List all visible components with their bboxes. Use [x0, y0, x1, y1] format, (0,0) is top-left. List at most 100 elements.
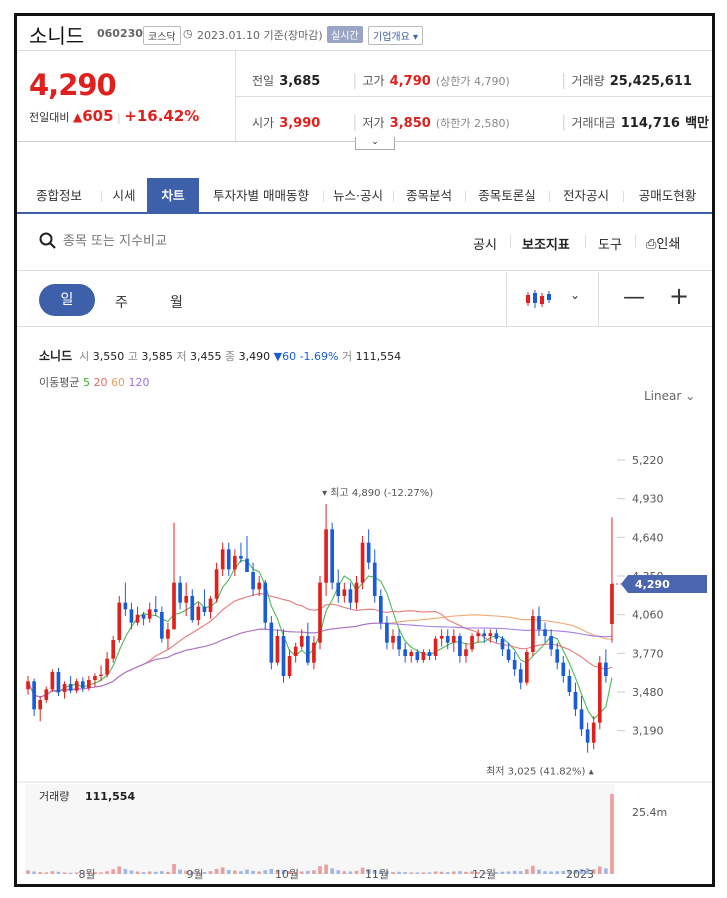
period-day-button[interactable]: 일	[39, 284, 95, 316]
volume-bar	[391, 872, 395, 874]
candle-body	[50, 672, 55, 690]
candle-body	[26, 681, 30, 690]
volume-axis-tick: 25.4m	[632, 806, 667, 819]
candle-body	[281, 636, 286, 676]
volume-bar	[415, 872, 420, 874]
candle-body	[531, 616, 535, 652]
candle-body	[293, 646, 298, 656]
tab-short-selling[interactable]: 공매도현황	[623, 178, 712, 214]
candle-body	[141, 614, 146, 619]
candle-body	[379, 596, 383, 623]
candle-body	[62, 684, 67, 692]
y-tick-label: 4,060	[632, 609, 664, 622]
candle-body	[318, 582, 322, 643]
volume-bar	[239, 871, 243, 874]
candle-body	[610, 584, 614, 624]
period-month-button[interactable]: 월	[170, 292, 183, 312]
realtime-badge[interactable]: 실시간	[327, 26, 363, 43]
candle-body	[202, 606, 207, 612]
candle-body	[166, 629, 170, 639]
chevron-down-icon: ⌄	[371, 137, 379, 147]
volume-bar	[604, 868, 608, 874]
candle-body	[573, 692, 578, 710]
zoom-in-button[interactable]: +	[669, 282, 689, 310]
header-divider	[17, 50, 712, 51]
candle-body	[348, 589, 353, 603]
candle-body	[74, 681, 79, 691]
candle-body	[172, 582, 176, 630]
compare-search-input[interactable]	[63, 230, 323, 252]
zoom-out-button[interactable]: —	[623, 285, 645, 310]
x-tick-label: 11월	[365, 868, 389, 881]
candle-body	[245, 558, 249, 572]
tools-button[interactable]: 도구	[598, 234, 622, 253]
candle-body	[518, 669, 523, 683]
candle-chart-type-icon[interactable]	[523, 288, 553, 310]
trade-amount: | 거래대금 114,716 백만	[561, 112, 709, 131]
candle-body	[44, 689, 49, 700]
volume-bar	[166, 871, 170, 874]
candle-body	[129, 609, 134, 623]
candle-body	[524, 652, 529, 683]
ma120-label: 120	[128, 376, 150, 389]
volume-bar	[342, 871, 347, 874]
print-button[interactable]: ⎙인쇄	[646, 233, 680, 252]
tab-chart[interactable]: 차트	[147, 178, 199, 214]
volume-bar	[214, 868, 219, 874]
tab-analysis[interactable]: 종목분석	[393, 178, 465, 214]
expand-toggle[interactable]: ⌄	[355, 137, 395, 150]
candle-body	[287, 656, 292, 676]
candle-body	[500, 638, 505, 650]
volume-bar	[506, 871, 511, 874]
stock-code: 060230	[97, 27, 143, 40]
candle-body	[56, 672, 61, 692]
candle-body	[482, 633, 487, 636]
ohlc-info: 소니드 시 3,550 고 3,585 저 3,455 종 3,490 ▼60 …	[39, 349, 402, 363]
quote-divider	[235, 96, 712, 97]
volume-bar	[409, 872, 414, 874]
disclosure-button[interactable]: 공시	[473, 234, 497, 253]
tab-discussion[interactable]: 종목토론실	[465, 178, 549, 214]
period-week-button[interactable]: 주	[115, 292, 128, 312]
candle-body	[257, 582, 261, 590]
y-tick-label: 3,190	[632, 725, 664, 738]
volume-bar	[141, 872, 146, 874]
moving-average-legend: 이동평균 5 20 60 120	[39, 376, 150, 389]
indicators-button[interactable]: 보조지표	[522, 234, 570, 253]
candle-body	[87, 680, 91, 688]
tab-disclosure[interactable]: 전자공시	[549, 178, 623, 214]
y-tick-label: 3,770	[632, 647, 664, 660]
volume-bar	[524, 869, 529, 874]
volume-bar	[433, 871, 438, 874]
volume-bar	[56, 871, 61, 874]
tab-news[interactable]: 뉴스·공시	[323, 178, 393, 214]
volume-label: 거래량	[39, 790, 69, 803]
x-tick-label: 9월	[186, 868, 203, 881]
volume-bar	[123, 868, 128, 874]
candle-body	[567, 676, 572, 692]
tab-investor-trends[interactable]: 투자자별 매매동향	[199, 178, 323, 214]
up-triangle-icon: ▲	[72, 110, 83, 124]
candle-body	[214, 569, 219, 599]
volume-bar	[445, 872, 450, 874]
price-chart[interactable]: 5,2204,9304,6404,3504,0603,7703,4803,190…	[17, 416, 712, 886]
candle-body	[226, 549, 231, 570]
volume-bar	[306, 870, 310, 874]
candle-body	[38, 700, 43, 710]
ma5-label: 5	[82, 376, 90, 389]
volume-bar	[549, 871, 553, 874]
volume-bar	[160, 871, 164, 874]
company-overview-label: 기업개요	[373, 32, 410, 43]
candle-body	[543, 629, 547, 636]
chevron-down-icon[interactable]: ⌄	[570, 288, 580, 302]
scale-selector[interactable]: Linear ⌄	[644, 389, 695, 403]
volume-bar	[512, 870, 517, 874]
company-overview-button[interactable]: 기업개요 ▾	[368, 26, 424, 45]
tab-summary[interactable]: 종합정보	[17, 178, 101, 214]
tab-quotes[interactable]: 시세	[101, 178, 147, 214]
candle-body	[105, 658, 109, 675]
candle-body	[99, 674, 103, 676]
volume-bar	[172, 863, 176, 874]
search-icon[interactable]	[39, 232, 59, 252]
candle-body	[403, 649, 407, 656]
